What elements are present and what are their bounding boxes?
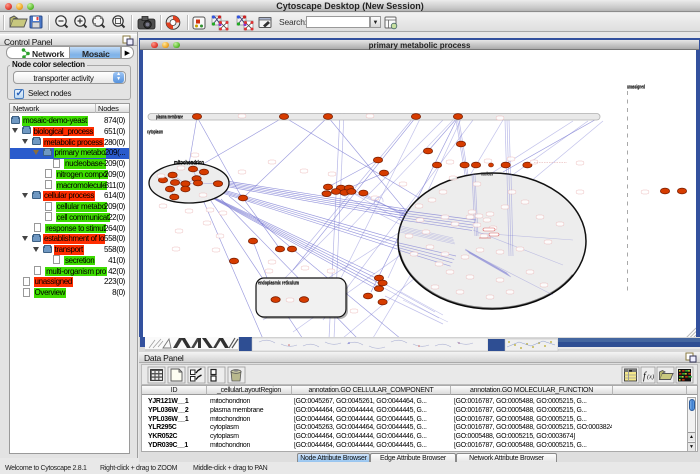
svg-text:cytoplasm: cytoplasm — [147, 129, 163, 135]
svg-text:(x): (x) — [647, 374, 654, 381]
svg-text:endoplasmic reticulum: endoplasmic reticulum — [258, 280, 299, 286]
svg-text:nucleus: nucleus — [481, 171, 493, 177]
svg-text:plasma membrane: plasma membrane — [156, 114, 183, 120]
svg-text:mitochondrion: mitochondrion — [174, 160, 204, 166]
svg-text:unassigned: unassigned — [627, 84, 645, 90]
